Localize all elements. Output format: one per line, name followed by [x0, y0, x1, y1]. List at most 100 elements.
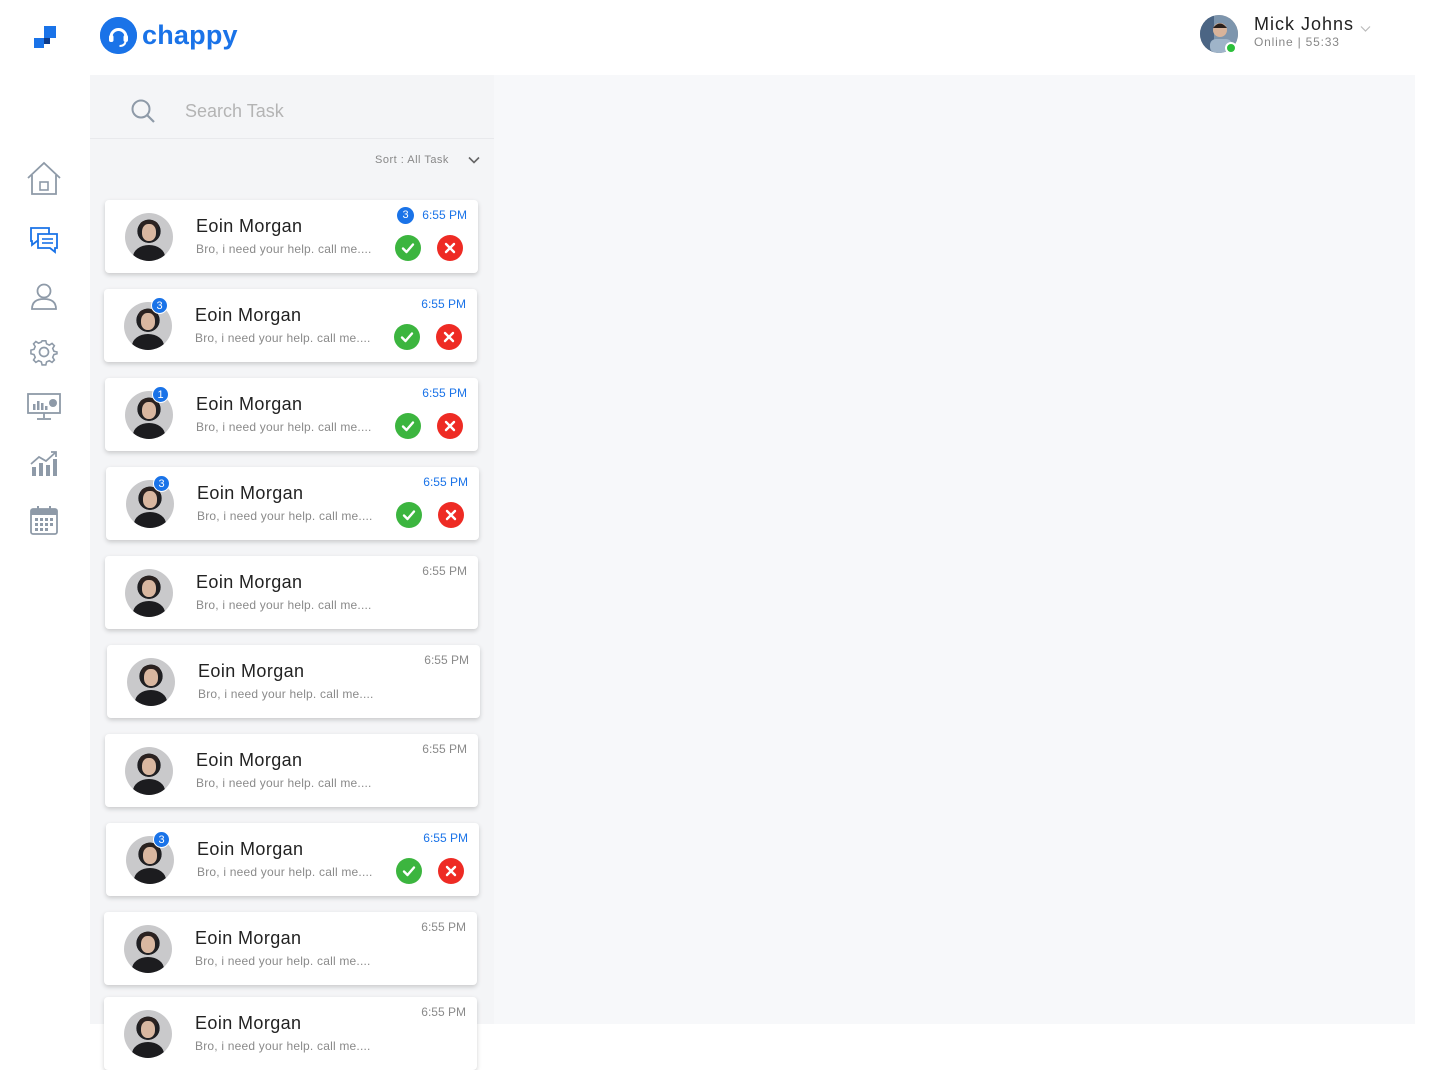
nav-item-settings[interactable]: [22, 332, 66, 372]
app-logo-icon[interactable]: [30, 26, 58, 54]
check-icon: [402, 866, 416, 877]
message-time: 6:55 PM: [422, 208, 467, 222]
reject-button[interactable]: [438, 502, 464, 528]
contact-name: Eoin Morgan: [196, 572, 303, 592]
avatar: [124, 925, 172, 973]
task-card[interactable]: 1 Eoin Morgan Bro, i need your help. call …: [105, 378, 478, 451]
calendar-icon: [30, 506, 58, 535]
accept-button[interactable]: [396, 502, 422, 528]
message-preview: Bro, i need your help. call me....: [195, 954, 371, 968]
chevron-down-icon[interactable]: [1360, 23, 1371, 34]
message-time: 6:55 PM: [421, 920, 466, 934]
task-card[interactable]: Eoin Morgan Bro, i need your help. call m…: [105, 734, 478, 807]
close-icon: [444, 420, 456, 432]
contact-name: Eoin Morgan: [195, 928, 302, 948]
message-preview: Bro, i need your help. call me....: [197, 865, 373, 879]
task-card[interactable]: Eoin Morgan Bro, i need your help. call m…: [104, 912, 477, 985]
reject-button[interactable]: [436, 324, 462, 350]
user-status: Online | 55:33: [1254, 35, 1340, 49]
task-card[interactable]: 3 Eoin Morgan Bro, i need your help. call …: [106, 823, 479, 896]
brand[interactable]: chappy: [100, 16, 238, 54]
task-list-panel: Sort : All Task Eoin Morgan Bro, i need y…: [90, 75, 494, 1070]
gear-icon: [30, 339, 58, 366]
task-card[interactable]: Eoin Morgan Bro, i need your help. call m…: [105, 556, 478, 629]
sort-dropdown[interactable]: Sort : All Task: [375, 153, 481, 167]
check-icon: [401, 243, 415, 254]
message-time: 6:55 PM: [423, 475, 468, 489]
chat-icon: [30, 227, 58, 254]
contact-name: Eoin Morgan: [197, 839, 304, 859]
analytics-icon: [30, 451, 57, 476]
avatar: [127, 658, 175, 706]
contact-name: Eoin Morgan: [197, 483, 304, 503]
accept-button[interactable]: [395, 413, 421, 439]
message-preview: Bro, i need your help. call me....: [196, 420, 372, 434]
nav-item-calendar[interactable]: [22, 500, 66, 540]
chevron-down-icon: [468, 156, 480, 164]
unread-count-badge: 3: [153, 831, 170, 848]
reject-button[interactable]: [437, 235, 463, 261]
message-time: 6:55 PM: [421, 1005, 466, 1019]
sort-label: Sort : All Task: [375, 154, 449, 166]
task-card[interactable]: 3 Eoin Morgan Bro, i need your help. call …: [104, 289, 477, 362]
contact-name: Eoin Morgan: [196, 216, 303, 236]
brand-logo-icon: [100, 16, 137, 54]
close-icon: [445, 865, 457, 877]
nav-item-home[interactable]: [22, 158, 66, 198]
message-preview: Bro, i need your help. call me....: [196, 776, 372, 790]
task-card[interactable]: Eoin Morgan Bro, i need your help. call m…: [107, 645, 480, 718]
message-preview: Bro, i need your help. call me....: [198, 687, 374, 701]
close-icon: [444, 242, 456, 254]
contact-name: Eoin Morgan: [196, 394, 303, 414]
accept-button[interactable]: [394, 324, 420, 350]
monitor-chart-icon: [27, 393, 61, 420]
nav-item-analytics[interactable]: [22, 443, 66, 483]
message-time: 6:55 PM: [422, 386, 467, 400]
message-preview: Bro, i need your help. call me....: [196, 598, 372, 612]
user-name: Mick Johns: [1254, 14, 1355, 34]
message-preview: Bro, i need your help. call me....: [196, 242, 372, 256]
search-icon: [131, 99, 155, 123]
message-time: 6:55 PM: [424, 653, 469, 667]
reject-button[interactable]: [437, 413, 463, 439]
nav-item-reports[interactable]: [22, 387, 66, 427]
check-icon: [401, 421, 415, 432]
check-icon: [402, 510, 416, 521]
reject-button[interactable]: [438, 858, 464, 884]
unread-count-badge: 3: [153, 475, 170, 492]
task-card[interactable]: Eoin Morgan Bro, i need your help. call m…: [104, 997, 477, 1070]
contact-name: Eoin Morgan: [196, 750, 303, 770]
unread-count-badge: 3: [151, 297, 168, 314]
task-card[interactable]: 3 Eoin Morgan Bro, i need your help. call …: [106, 467, 479, 540]
search-bar: [90, 75, 494, 139]
accept-button[interactable]: [396, 858, 422, 884]
avatar: [125, 569, 173, 617]
message-time: 6:55 PM: [421, 297, 466, 311]
close-icon: [443, 331, 455, 343]
unread-count-badge: 3: [397, 207, 414, 224]
online-status-dot: [1225, 42, 1237, 54]
nav-item-chats[interactable]: [22, 220, 66, 260]
message-preview: Bro, i need your help. call me....: [195, 331, 371, 345]
avatar: [125, 747, 173, 795]
accept-button[interactable]: [395, 235, 421, 261]
message-time: 6:55 PM: [422, 742, 467, 756]
unread-count-badge: 1: [152, 386, 169, 403]
close-icon: [445, 509, 457, 521]
task-card[interactable]: Eoin Morgan Bro, i need your help. call m…: [105, 200, 478, 273]
message-time: 6:55 PM: [423, 831, 468, 845]
contact-name: Eoin Morgan: [195, 305, 302, 325]
message-time: 6:55 PM: [422, 564, 467, 578]
nav-item-profile[interactable]: [22, 276, 66, 316]
user-icon: [31, 283, 57, 310]
avatar: [125, 213, 173, 261]
user-menu[interactable]: Mick Johns Online | 55:33: [1200, 14, 1390, 56]
check-icon: [400, 332, 414, 343]
brand-name: chappy: [142, 19, 238, 50]
contact-name: Eoin Morgan: [198, 661, 305, 681]
avatar: [124, 1010, 172, 1058]
search-input[interactable]: [185, 97, 465, 125]
message-preview: Bro, i need your help. call me....: [195, 1039, 371, 1053]
home-icon: [27, 161, 61, 195]
message-preview: Bro, i need your help. call me....: [197, 509, 373, 523]
